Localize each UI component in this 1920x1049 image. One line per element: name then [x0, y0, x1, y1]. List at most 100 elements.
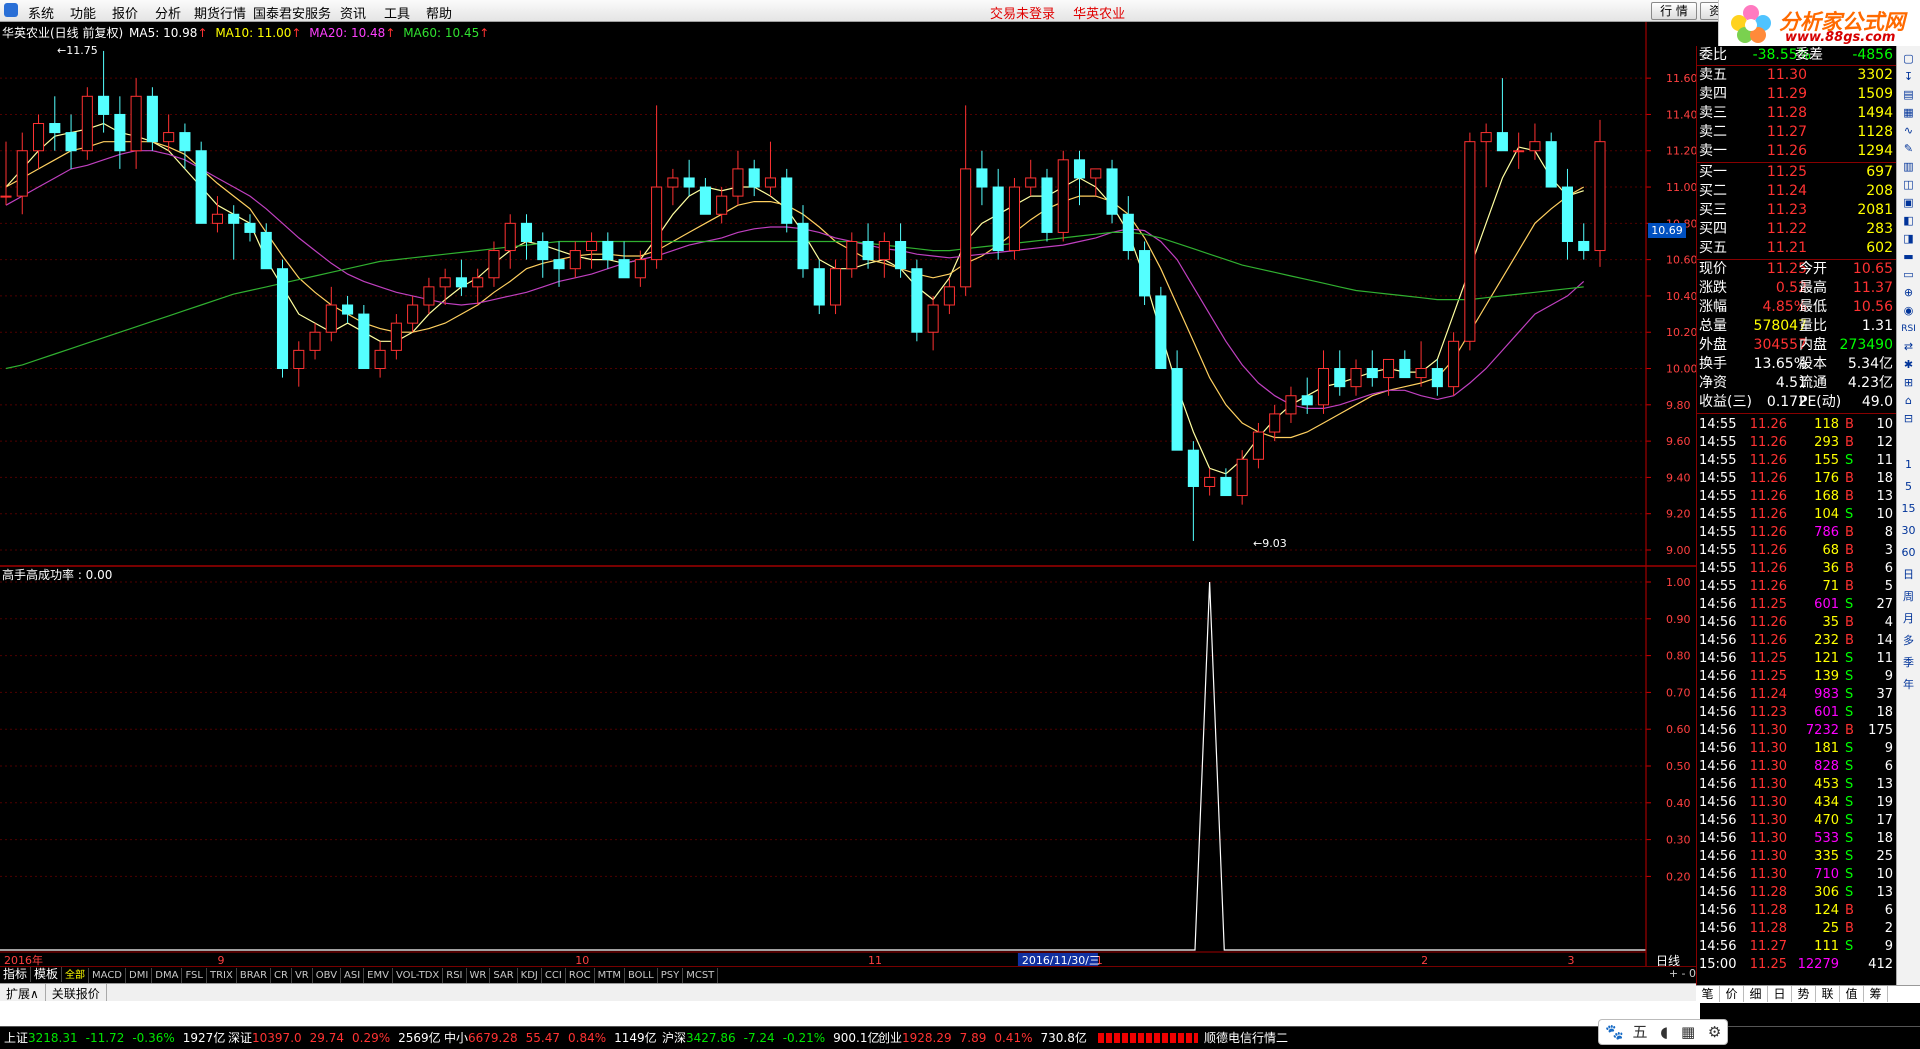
- menu-futures[interactable]: 期货行情: [194, 3, 246, 22]
- tick-row[interactable]: 14:56 11.30 533 S 18: [1697, 830, 1897, 848]
- indicator-tab-brar[interactable]: BRAR: [237, 968, 272, 983]
- candle-body[interactable]: [179, 132, 191, 152]
- candle-body[interactable]: [748, 168, 760, 188]
- candle-body[interactable]: [878, 240, 890, 261]
- indicator-tab-boll[interactable]: BOLL: [625, 968, 658, 983]
- candle-body[interactable]: [1334, 368, 1346, 388]
- candle-body[interactable]: [1366, 368, 1378, 379]
- indicator-tab-mtm[interactable]: MTM: [595, 968, 625, 983]
- tick-row[interactable]: 14:56 11.30 828 S 6: [1697, 758, 1897, 776]
- candle-body[interactable]: [276, 268, 289, 370]
- toolbar-tool-icon[interactable]: ▭: [1899, 266, 1918, 284]
- candle-body[interactable]: [976, 168, 988, 188]
- toolbar-tool-icon[interactable]: ✎: [1899, 140, 1918, 158]
- floating-widget[interactable]: 🐾 五 ◖ ▦ ⚙: [1598, 1019, 1728, 1045]
- bid-row[interactable]: 买二 11.24 208: [1697, 182, 1897, 201]
- indicator-tab-vr[interactable]: VR: [292, 968, 313, 983]
- menu-analysis[interactable]: 分析: [155, 3, 181, 22]
- candle-body[interactable]: [1415, 368, 1427, 379]
- stat-row[interactable]: 收益(三) 0.172 PE(动) 49.0: [1697, 393, 1897, 412]
- detail-tab[interactable]: 日: [1768, 986, 1792, 1002]
- candle-body[interactable]: [862, 240, 874, 261]
- candle-body[interactable]: [439, 277, 451, 288]
- candle-body[interactable]: [1529, 141, 1541, 152]
- keyboard-icon[interactable]: ▦: [1681, 1023, 1695, 1041]
- server-name[interactable]: 顺德电信行情二: [1204, 1027, 1288, 1049]
- candle-body[interactable]: [1464, 141, 1476, 342]
- toolbar-tool-icon[interactable]: ◧: [1899, 212, 1918, 230]
- detail-tab[interactable]: 筹: [1864, 986, 1888, 1002]
- candle-body[interactable]: [602, 240, 614, 261]
- candle-body[interactable]: [407, 304, 419, 324]
- candle-body[interactable]: [1090, 168, 1102, 179]
- index-quote[interactable]: 深证10397.0 29.74 0.29% 2569亿: [228, 1027, 441, 1049]
- candle-body[interactable]: [1561, 186, 1574, 242]
- index-quote[interactable]: 沪深3427.86 -7.24 -0.21% 900.1亿: [662, 1027, 880, 1049]
- period-button[interactable]: 日: [1899, 566, 1918, 584]
- candle-body[interactable]: [1269, 413, 1281, 433]
- tick-row[interactable]: 14:56 11.30 434 S 19: [1697, 794, 1897, 812]
- toolbar-tool-icon[interactable]: ↧: [1899, 68, 1918, 86]
- candle-body[interactable]: [797, 222, 809, 270]
- toolbar-tool-icon[interactable]: ▣: [1899, 194, 1918, 212]
- tick-row[interactable]: 14:55 11.26 176 B 18: [1697, 470, 1897, 488]
- ask-row[interactable]: 卖四 11.29 1509: [1697, 85, 1897, 104]
- toolbar-tool-icon[interactable]: ⌂: [1899, 392, 1918, 410]
- detail-tab[interactable]: 细: [1744, 986, 1768, 1002]
- index-quote[interactable]: 创业1928.29 7.89 0.41% 730.8亿: [878, 1027, 1087, 1049]
- menu-broker-service[interactable]: 国泰君安服务: [253, 3, 331, 22]
- bid-row[interactable]: 买三 11.23 2081: [1697, 201, 1897, 220]
- settings-icon[interactable]: ⚙: [1708, 1023, 1721, 1041]
- bid-row[interactable]: 买五 11.21 602: [1697, 239, 1897, 258]
- indicator-tab-mcst[interactable]: MCST: [683, 968, 719, 983]
- indicator-tab-wr[interactable]: WR: [467, 968, 491, 983]
- quote-mode-button[interactable]: 行 情: [1651, 2, 1697, 20]
- indicator-tab-指标[interactable]: 指标: [0, 967, 32, 982]
- candle-body[interactable]: [1155, 295, 1167, 370]
- menu-help[interactable]: 帮助: [426, 3, 452, 22]
- candle-body[interactable]: [1448, 340, 1460, 388]
- candle-body[interactable]: [260, 231, 272, 270]
- candle-body[interactable]: [423, 286, 435, 306]
- toolbar-tool-icon[interactable]: ▤: [1899, 86, 1918, 104]
- tick-row[interactable]: 14:56 11.26 232 B 14: [1697, 632, 1897, 650]
- candle-body[interactable]: [895, 240, 907, 270]
- candle-body[interactable]: [1073, 159, 1086, 179]
- candle-body[interactable]: [32, 123, 45, 152]
- candle-body[interactable]: [1106, 168, 1118, 215]
- widget-label[interactable]: 五: [1632, 1023, 1647, 1041]
- tick-row[interactable]: 15:00 11.25 12279 412: [1697, 956, 1897, 974]
- candle-body[interactable]: [537, 240, 549, 261]
- candle-body[interactable]: [569, 250, 581, 270]
- period-button[interactable]: 5: [1899, 478, 1918, 496]
- candle-body[interactable]: [163, 132, 175, 143]
- indicator-tab-emv[interactable]: EMV: [364, 968, 393, 983]
- candle-body[interactable]: [1204, 476, 1216, 487]
- candle-body[interactable]: [699, 186, 711, 215]
- candle-body[interactable]: [1122, 213, 1134, 252]
- tick-row[interactable]: 14:56 11.23 601 S 18: [1697, 704, 1897, 722]
- bid-row[interactable]: 买四 11.22 283: [1697, 220, 1897, 239]
- candle-body[interactable]: [667, 177, 679, 188]
- candle-body[interactable]: [618, 259, 630, 279]
- indicator-tab-sar[interactable]: SAR: [490, 968, 518, 983]
- candle-body[interactable]: [553, 259, 565, 270]
- toolbar-tool-icon[interactable]: ◨: [1899, 230, 1918, 248]
- period-button[interactable]: 月: [1899, 610, 1918, 628]
- toolbar-tool-icon[interactable]: ▦: [1899, 104, 1918, 122]
- candle-body[interactable]: [960, 168, 972, 288]
- stat-row[interactable]: 换手 13.65% 股本 5.34亿: [1697, 355, 1897, 374]
- candle-body[interactable]: [1008, 186, 1020, 252]
- candle-body[interactable]: [829, 268, 842, 306]
- candle-body[interactable]: [1025, 177, 1037, 188]
- stat-row[interactable]: 现价 11.25 今开 10.65: [1697, 260, 1897, 279]
- tick-row[interactable]: 14:56 11.30 181 S 9: [1697, 740, 1897, 758]
- trade-login-status[interactable]: 交易未登录: [990, 7, 1055, 22]
- indicator-tab-fsl[interactable]: FSL: [182, 968, 207, 983]
- candle-body[interactable]: [1139, 250, 1151, 297]
- toolbar-tool-icon[interactable]: ∿: [1899, 122, 1918, 140]
- toolbar-tool-icon[interactable]: ⊕: [1899, 284, 1918, 302]
- candle-body[interactable]: [325, 304, 337, 333]
- candle-body[interactable]: [1187, 449, 1199, 487]
- candle-body[interactable]: [1220, 476, 1232, 497]
